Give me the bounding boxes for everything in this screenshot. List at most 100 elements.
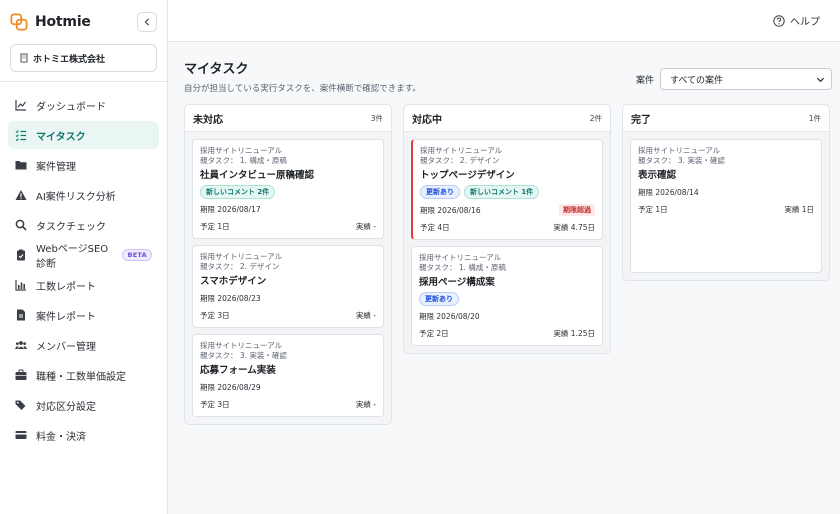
task-actual: 実績 1.25日: [553, 329, 595, 338]
column-count: 2件: [589, 113, 602, 123]
sidebar-item-projects[interactable]: 案件管理: [8, 151, 159, 179]
column-count: 1件: [808, 113, 821, 123]
column-header: 完了 1件: [623, 105, 829, 132]
task-plan: 予定 3日: [200, 400, 230, 409]
project-filter: 案件 すべての案件: [636, 68, 832, 90]
task-due: 期限 2026/08/29: [200, 383, 261, 392]
main-area: ヘルプ マイタスク 自分が担当している実行タスクを、案件横断で確認できます。 案…: [168, 0, 840, 514]
task-due: 期限 2026/08/17: [200, 205, 261, 214]
task-card[interactable]: 採用サイトリニューアル 親タスク： 1. 構成・原稿 社員インタビュー原稿確認 …: [192, 139, 384, 239]
task-actual: 実績 -: [355, 222, 376, 231]
sidebar-nav: ダッシュボード マイタスク 案件管理 AI案件リスク分析 タスクチェック Web…: [0, 82, 167, 449]
task-project: 採用サイトリニューアル: [638, 146, 721, 155]
chart-line-icon: [15, 99, 27, 111]
task-parent: 親タスク： 2. デザイン: [200, 262, 280, 271]
help-circle-icon: [773, 14, 785, 27]
credit-card-icon: [15, 429, 27, 441]
hotmie-logo-icon: [10, 13, 28, 31]
sidebar-item-label: 案件管理: [36, 161, 76, 173]
users-icon: [15, 339, 27, 351]
task-card[interactable]: 採用サイトリニューアル 親タスク： 2. デザイン スマホデザイン 期限 202…: [192, 245, 384, 328]
task-plan: 予定 4日: [420, 223, 450, 232]
task-project: 採用サイトリニューアル: [200, 341, 283, 350]
beta-badge: BETA: [122, 249, 152, 261]
sidebar-item-ai-risk[interactable]: AI案件リスク分析: [8, 181, 159, 209]
task-title: トップページデザイン: [420, 170, 515, 181]
sidebar-item-label: WebページSEO診断: [36, 244, 109, 270]
task-parent: 親タスク： 1. 構成・原稿: [200, 156, 287, 165]
task-parent: 親タスク： 3. 実装・確認: [638, 156, 725, 165]
app: Hotmie ホトミエ株式会社 ダッシュボード マイタスク 案件管理 AI案件リ…: [0, 0, 840, 514]
company-switcher[interactable]: ホトミエ株式会社: [10, 44, 157, 72]
task-title: スマホデザイン: [200, 276, 267, 287]
column-todo: 未対応 3件 採用サイトリニューアル 親タスク： 1. 構成・原稿 社員インタビ…: [184, 104, 392, 425]
chevron-left-icon: [144, 18, 149, 26]
task-tags: 更新あり: [419, 292, 595, 306]
updated-badge: 更新あり: [420, 185, 460, 199]
task-parent: 親タスク： 2. デザイン: [420, 156, 500, 165]
page-subtitle: 自分が担当している実行タスクを、案件横断で確認できます。: [184, 84, 421, 94]
page-header: マイタスク 自分が担当している実行タスクを、案件横断で確認できます。 案件 すべ…: [184, 58, 832, 104]
task-actual: 実績 1日: [784, 205, 814, 214]
sidebar-item-label: AI案件リスク分析: [36, 191, 116, 203]
new-comment-badge: 新しいコメント 2件: [200, 185, 276, 199]
task-card[interactable]: 採用サイトリニューアル 親タスク： 2. デザイン トップページデザイン 更新あ…: [411, 139, 603, 240]
tags-icon: [15, 399, 27, 411]
task-plan: 予定 1日: [638, 205, 668, 214]
column-title: 対応中: [412, 114, 442, 126]
task-due: 期限 2026/08/20: [419, 312, 480, 321]
task-due: 期限 2026/08/14: [638, 188, 699, 197]
project-filter-select[interactable]: すべての案件: [660, 68, 832, 90]
sidebar-item-job-rates[interactable]: 職種・工数単価設定: [8, 361, 159, 389]
task-project: 採用サイトリニューアル: [420, 146, 503, 155]
task-due: 期限 2026/08/23: [200, 294, 261, 303]
task-due: 期限 2026/08/16: [420, 205, 481, 215]
task-tags: 更新あり 新しいコメント 1件: [420, 185, 595, 199]
column-title: 未対応: [193, 114, 223, 126]
task-parent: 親タスク： 1. 構成・原稿: [419, 263, 506, 272]
sidebar-item-billing[interactable]: 料金・決済: [8, 421, 159, 449]
chevron-down-icon: [816, 77, 825, 82]
document-icon: [15, 309, 27, 321]
sidebar-item-seo[interactable]: WebページSEO診断 BETA: [8, 241, 159, 270]
task-card[interactable]: 採用サイトリニューアル 親タスク： 3. 実装・確認 応募フォーム実装 期限 2…: [192, 334, 384, 417]
sidebar-item-label: 料金・決済: [36, 431, 86, 443]
sidebar-item-project-report[interactable]: 案件レポート: [8, 301, 159, 329]
task-project: 採用サイトリニューアル: [200, 252, 283, 261]
task-title: 社員インタビュー原稿確認: [200, 170, 315, 181]
collapse-sidebar-button[interactable]: [137, 12, 157, 32]
sidebar-item-effort-report[interactable]: 工数レポート: [8, 271, 159, 299]
column-count: 3件: [370, 113, 383, 123]
sidebar-item-label: 対応区分設定: [36, 401, 96, 413]
page-title: マイタスク: [184, 62, 249, 77]
updated-badge: 更新あり: [419, 292, 459, 306]
folder-icon: [15, 159, 27, 171]
task-card[interactable]: 採用サイトリニューアル 親タスク： 3. 実装・確認 表示確認 期限 2026/…: [630, 139, 822, 273]
column-title: 完了: [631, 114, 651, 126]
sidebar-item-label: マイタスク: [36, 131, 86, 143]
task-card[interactable]: 採用サイトリニューアル 親タスク： 1. 構成・原稿 採用ページ構成案 更新あり…: [411, 246, 603, 346]
brand: Hotmie: [0, 0, 167, 44]
company-name: ホトミエ株式会社: [33, 54, 106, 65]
help-button[interactable]: ヘルプ: [773, 13, 820, 28]
kanban-board: 未対応 3件 採用サイトリニューアル 親タスク： 1. 構成・原稿 社員インタビ…: [184, 104, 832, 425]
sidebar-item-my-tasks[interactable]: マイタスク: [8, 121, 159, 149]
briefcase-icon: [15, 369, 27, 381]
topbar: ヘルプ: [168, 0, 840, 42]
sidebar-item-categories[interactable]: 対応区分設定: [8, 391, 159, 419]
task-plan: 予定 1日: [200, 222, 230, 231]
task-project: 採用サイトリニューアル: [200, 146, 283, 155]
task-actual: 実績 -: [355, 311, 376, 320]
task-project: 採用サイトリニューアル: [419, 253, 502, 262]
brand-name: Hotmie: [35, 14, 91, 30]
warning-icon: [15, 189, 27, 201]
sidebar-item-members[interactable]: メンバー管理: [8, 331, 159, 359]
sidebar-item-label: 工数レポート: [36, 281, 96, 293]
task-list-icon: [15, 129, 27, 141]
sidebar-item-dashboard[interactable]: ダッシュボード: [8, 91, 159, 119]
task-title: 表示確認: [638, 170, 677, 181]
clipboard-check-icon: [15, 249, 27, 261]
sidebar-item-label: メンバー管理: [36, 341, 96, 353]
sidebar-item-task-check[interactable]: タスクチェック: [8, 211, 159, 239]
overdue-badge: 期限超過: [559, 204, 595, 216]
